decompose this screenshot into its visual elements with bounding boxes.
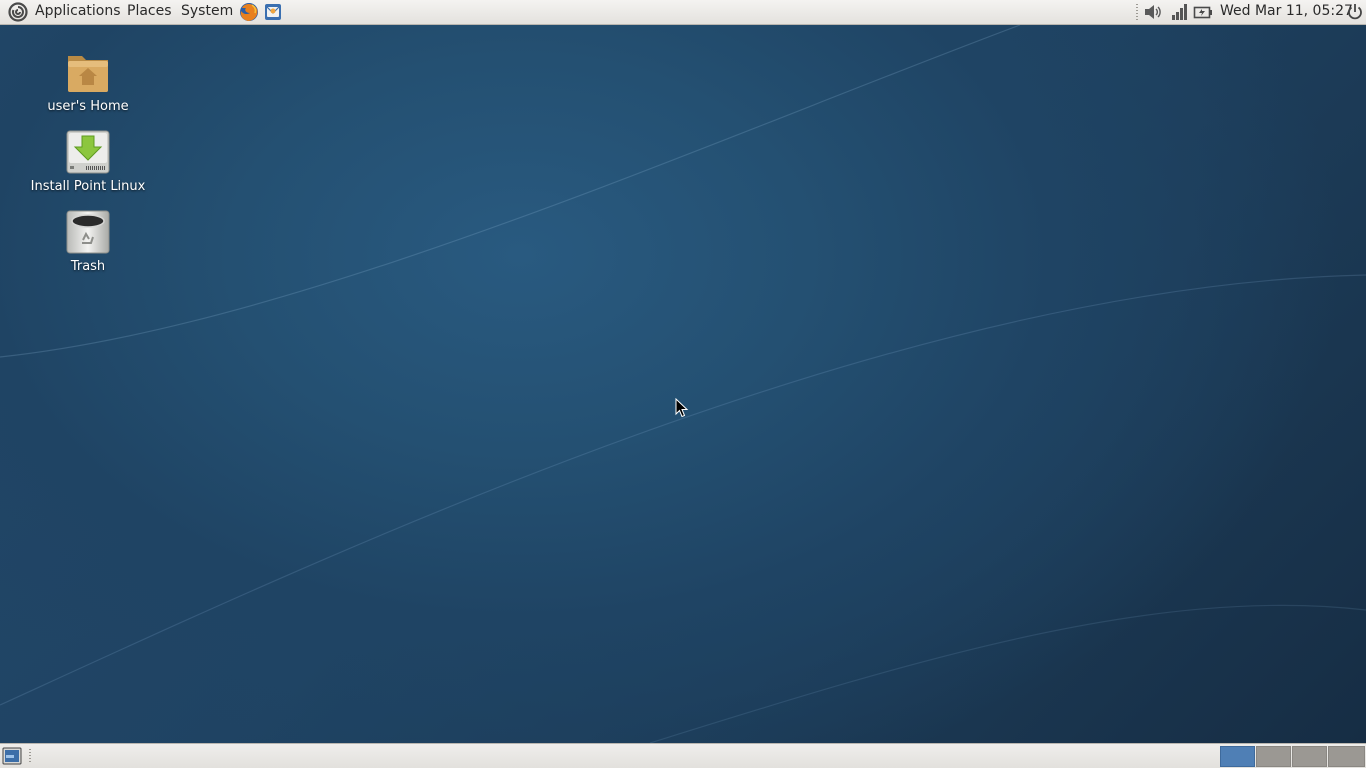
network-signal-icon[interactable] — [1169, 2, 1189, 22]
firefox-icon[interactable] — [239, 2, 259, 22]
desktop-item-label: Install Point Linux — [30, 179, 146, 194]
panel-handle[interactable] — [29, 749, 31, 764]
battery-icon[interactable] — [1193, 2, 1213, 22]
workspace-3[interactable] — [1292, 746, 1327, 767]
trash-icon — [66, 210, 110, 254]
places-menu[interactable]: Places — [127, 0, 172, 24]
wallpaper-curves — [0, 25, 1366, 743]
top-panel: Applications Places System Wed Mar 11, 0… — [0, 0, 1366, 25]
bottom-panel — [0, 743, 1366, 768]
desktop-background[interactable]: user's Home Install Point Linux Trash — [0, 25, 1366, 743]
volume-icon[interactable] — [1143, 2, 1163, 22]
show-desktop-icon[interactable] — [2, 747, 22, 765]
distro-swirl-icon[interactable] — [8, 2, 28, 22]
system-menu[interactable]: System — [181, 0, 233, 24]
mail-client-icon[interactable] — [263, 2, 283, 22]
power-icon[interactable] — [1345, 2, 1365, 22]
workspace-1[interactable] — [1220, 746, 1255, 767]
clock[interactable]: Wed Mar 11, 05:27 — [1220, 0, 1353, 24]
install-disk-icon — [66, 130, 110, 174]
desktop-item-trash[interactable]: Trash — [18, 210, 158, 274]
mouse-pointer-icon — [675, 398, 689, 418]
desktop-item-label: user's Home — [47, 99, 129, 114]
desktop-item-home[interactable]: user's Home — [18, 50, 158, 114]
applications-menu[interactable]: Applications — [35, 0, 121, 24]
desktop-item-install[interactable]: Install Point Linux — [18, 130, 158, 194]
panel-handle[interactable] — [1136, 4, 1138, 20]
desktop-item-label: Trash — [70, 259, 106, 274]
home-folder-icon — [66, 50, 110, 94]
workspace-2[interactable] — [1256, 746, 1291, 767]
workspace-4[interactable] — [1328, 746, 1365, 767]
